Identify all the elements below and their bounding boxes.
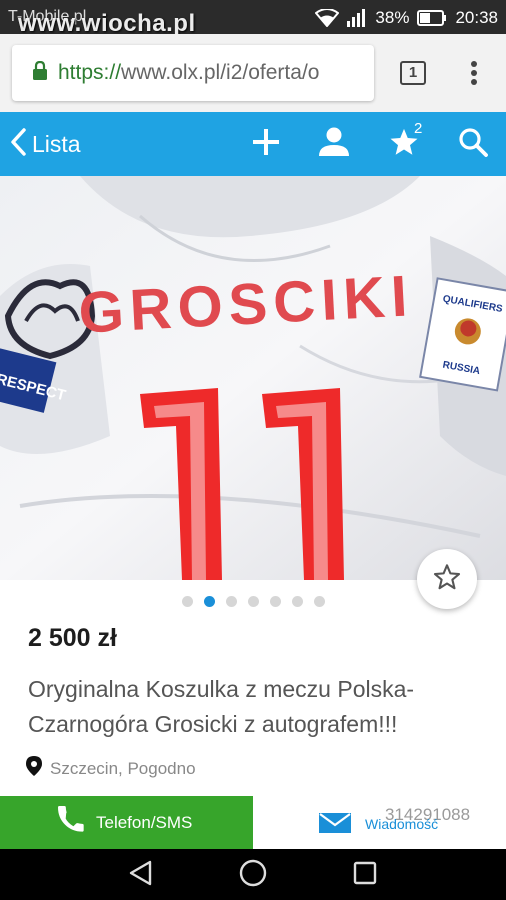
search-button[interactable] [455,126,491,162]
url-address: www.olx.pl/i2/oferta/o [121,61,320,84]
nav-home-icon [239,859,267,892]
search-icon [458,127,488,162]
send-message-button[interactable]: 314291088 Wiadomość [253,796,506,849]
listing-price: 2 500 zł [28,624,117,652]
nav-back-icon [128,860,154,891]
listing-photo[interactable]: RESPECT GROSCIKI QUALIFIERS RUSSIA [0,176,506,580]
lock-icon [32,60,48,86]
listing-location: Szczecin, Pogodno [26,756,196,781]
status-indicators: 38% 20:38 [315,7,498,29]
back-label: Lista [32,130,81,157]
carousel-dot-active[interactable] [203,596,215,607]
user-icon [318,127,350,162]
signal-icon [347,9,367,27]
system-navigation-bar [0,849,506,900]
phone-sms-button[interactable]: Telefon/SMS [0,796,253,849]
carousel-dot[interactable] [313,596,325,607]
browser-menu-button[interactable] [462,58,486,88]
plus-icon [252,128,280,161]
carousel-dot[interactable] [269,596,281,607]
battery-icon [417,10,447,26]
listing-title: Oryginalna Koszulka z meczu Polska-Czarn… [28,676,415,737]
carousel-dot[interactable] [181,596,193,607]
browser-toolbar: https://www.olx.pl/i2/oferta/o 1 [0,34,506,112]
photo-carousel-indicator [0,596,506,608]
menu-dot [471,70,477,76]
star-outline-icon [433,563,461,596]
phone-sms-label: Telefon/SMS [96,812,193,832]
menu-dot [471,61,477,67]
phone-icon [58,806,86,839]
carousel-dot[interactable] [225,596,237,607]
url-field[interactable]: https://www.olx.pl/i2/oferta/o [12,45,374,101]
menu-dot [471,79,477,85]
wifi-icon [315,9,340,27]
clock: 20:38 [455,8,498,27]
carousel-dot[interactable] [247,596,259,607]
nav-recent-icon [353,861,377,890]
back-to-list-button[interactable]: Lista [10,126,81,162]
app-bar: Lista [0,112,506,176]
url-scheme: https:// [58,61,122,84]
nav-back-button[interactable] [127,860,155,891]
tabs-button[interactable]: 1 [400,61,426,85]
url-text: https://www.olx.pl/i2/oferta/o [58,61,319,85]
battery-percent: 38% [375,8,410,27]
add-listing-button[interactable] [248,126,284,162]
nav-home-button[interactable] [239,859,267,892]
location-pin-icon [26,756,42,781]
carousel-dot[interactable] [291,596,303,607]
message-label: Wiadomość [365,816,439,832]
favorites-count-badge: 2 [414,120,423,137]
envelope-icon [319,813,351,838]
account-button[interactable] [316,126,352,162]
screen: T-Mobile.pl www.wiocha.pl 38% 20:38 http… [0,0,506,900]
status-bar: T-Mobile.pl www.wiocha.pl 38% 20:38 [0,0,506,37]
location-text: Szczecin, Pogodno [50,758,196,778]
nav-recent-apps-button[interactable] [351,861,379,889]
chevron-left-icon [10,127,26,161]
